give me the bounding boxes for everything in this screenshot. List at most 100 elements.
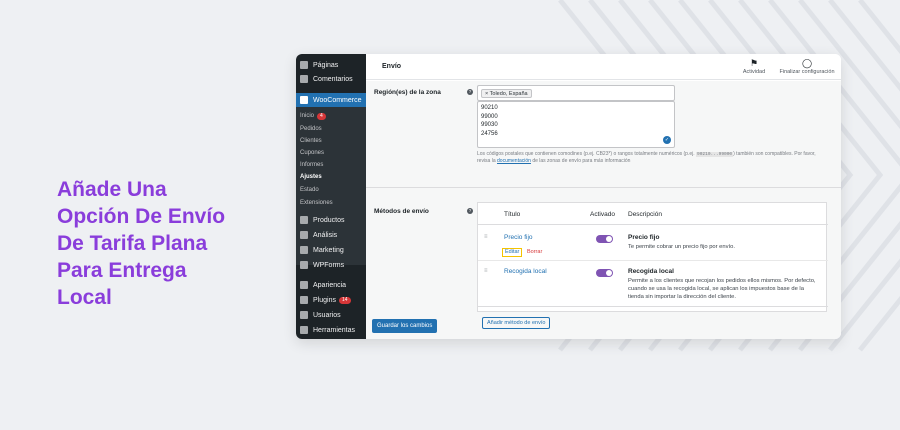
- save-changes-button[interactable]: Guardar los cambios: [372, 319, 438, 333]
- submenu-item-clientes[interactable]: Clientes: [296, 135, 366, 147]
- notification-badge: 14: [338, 296, 351, 304]
- finish-setup-button[interactable]: ◯ Finalizar configuración: [776, 57, 838, 75]
- enabled-toggle[interactable]: [596, 269, 613, 277]
- hint-text: de las zonas de envío para más informaci…: [532, 158, 631, 164]
- sidebar-item-label: WooCommerce: [313, 96, 362, 104]
- region-label: Región(es) de la zona: [374, 89, 441, 96]
- sidebar-item-label: Páginas: [313, 61, 339, 69]
- sidebar-item-plugins[interactable]: Plugins 14: [296, 293, 366, 307]
- submenu-label: Inicio: [300, 113, 315, 119]
- documentation-link[interactable]: documentación: [497, 158, 531, 164]
- sidebar-item-label: Herramientas: [313, 326, 356, 334]
- sidebar-item-apariencia[interactable]: Apariencia: [296, 278, 366, 292]
- method-name[interactable]: Recogida local: [504, 268, 547, 275]
- method-name[interactable]: Precio fijo: [504, 234, 533, 241]
- method-description: Te permite cobrar un precio fijo por env…: [628, 244, 735, 250]
- wpforms-icon: [300, 261, 308, 269]
- sidebar-item-herramientas[interactable]: Herramientas: [296, 323, 366, 337]
- sidebar-item-usuarios[interactable]: Usuarios: [296, 308, 366, 322]
- activity-label: Actividad: [742, 69, 766, 75]
- submenu-label: Ajustes: [300, 174, 322, 180]
- region-select[interactable]: × Toledo, España: [477, 85, 675, 101]
- submenu-label: Estado: [300, 187, 319, 193]
- column-enabled: Activado: [590, 211, 615, 218]
- table-row: ≡ Recogida local Recogida local Permite …: [478, 261, 828, 307]
- marketing-icon: [300, 246, 308, 254]
- comments-icon: [300, 75, 308, 83]
- submenu-item-ajustes[interactable]: Ajustes: [296, 171, 366, 183]
- submenu-label: Informes: [300, 162, 324, 168]
- sidebar-item-wpforms[interactable]: WPForms: [296, 258, 366, 272]
- admin-sidebar: Páginas Comentarios WooCommerce Inicio 4…: [296, 54, 366, 339]
- submenu-item-cupones[interactable]: Cupones: [296, 147, 366, 159]
- delete-link[interactable]: Borrar: [527, 249, 542, 255]
- sidebar-item-comments[interactable]: Comentarios: [296, 72, 366, 86]
- sidebar-item-label: Marketing: [313, 246, 344, 254]
- pages-icon: [300, 61, 308, 69]
- headline-line: Añade Una: [57, 178, 167, 201]
- users-icon: [300, 311, 308, 319]
- hint-text: Los códigos postales que contienen comod…: [477, 151, 695, 157]
- drag-handle-icon[interactable]: ≡: [484, 268, 488, 274]
- method-description-title: Precio fijo: [628, 234, 660, 241]
- postcode: 90210: [481, 105, 498, 111]
- table-header: Título Activado Descripción: [478, 203, 828, 225]
- region-chip[interactable]: × Toledo, España: [481, 89, 532, 98]
- headline: Añade Una Opción De Envío De Tarifa Plan…: [57, 176, 257, 311]
- submenu-label: Extensiones: [300, 200, 333, 206]
- method-description-title: Recogida local: [628, 268, 674, 275]
- submenu-label: Cupones: [300, 150, 325, 156]
- appearance-icon: [300, 281, 308, 289]
- submenu-item-pedidos[interactable]: Pedidos: [296, 123, 366, 135]
- products-icon: [300, 216, 308, 224]
- sidebar-item-label: Comentarios: [313, 75, 353, 83]
- sidebar-item-marketing[interactable]: Marketing: [296, 243, 366, 257]
- hint-code: 90210...99000: [696, 152, 734, 157]
- analytics-icon: [300, 231, 308, 239]
- sidebar-item-productos[interactable]: Productos: [296, 213, 366, 227]
- sidebar-item-label: Análisis: [313, 231, 338, 239]
- notification-badge: 4: [317, 112, 326, 120]
- sidebar-item-label: Productos: [313, 216, 345, 224]
- postcode: 24756: [481, 130, 498, 137]
- submenu-item-extensiones[interactable]: Extensiones: [296, 197, 366, 209]
- top-bar: Envío ⚑ Actividad ◯ Finalizar configurac…: [366, 54, 841, 80]
- sidebar-item-label: Apariencia: [313, 281, 347, 289]
- section-divider: [366, 187, 841, 188]
- submenu-label: Clientes: [300, 138, 322, 144]
- sidebar-item-analisis[interactable]: Análisis: [296, 228, 366, 242]
- postcode-hint: Los códigos postales que contienen comod…: [477, 151, 822, 165]
- sidebar-item-woocommerce[interactable]: WooCommerce: [296, 93, 366, 107]
- column-description: Descripción: [628, 211, 662, 218]
- submenu-item-informes[interactable]: Informes: [296, 159, 366, 171]
- headline-line: De Tarifa Plana: [57, 232, 208, 255]
- admin-window: Páginas Comentarios WooCommerce Inicio 4…: [296, 54, 841, 339]
- page-title: Envío: [382, 63, 402, 70]
- postcodes-textarea[interactable]: 90210 99000 99030 24756 ✓: [477, 101, 675, 148]
- submenu-item-inicio[interactable]: Inicio 4: [296, 110, 366, 122]
- method-description: Permite a los clientes que recojan los p…: [628, 278, 816, 300]
- help-icon[interactable]: ?: [467, 208, 473, 214]
- headline-line: Local: [57, 286, 112, 309]
- table-row: ≡ Precio fijo Editar Borrar Precio fijo …: [478, 226, 828, 261]
- plugins-icon: [300, 296, 308, 304]
- submenu-item-estado[interactable]: Estado: [296, 184, 366, 196]
- postcode: 99000: [481, 113, 498, 120]
- shipping-methods-table: Título Activado Descripción ≡ Precio fij…: [477, 202, 828, 312]
- sidebar-item-pages[interactable]: Páginas: [296, 58, 366, 72]
- postcode: 99030: [481, 122, 498, 128]
- enabled-toggle[interactable]: [596, 235, 613, 243]
- sidebar-item-label: Usuarios: [313, 311, 341, 319]
- edit-link[interactable]: Editar: [502, 248, 523, 257]
- finish-setup-label: Finalizar configuración: [779, 69, 835, 75]
- tools-icon: [300, 326, 308, 334]
- add-shipping-method-button[interactable]: Añadir método de envío: [482, 317, 551, 329]
- submenu-label: Pedidos: [300, 126, 322, 132]
- headline-line: Para Entrega: [57, 259, 187, 282]
- check-icon: ✓: [663, 136, 671, 144]
- sidebar-item-label: WPForms: [313, 261, 345, 269]
- drag-handle-icon[interactable]: ≡: [484, 234, 488, 240]
- help-icon[interactable]: ?: [467, 89, 473, 95]
- woocommerce-icon: [300, 96, 308, 104]
- column-title: Título: [504, 211, 521, 218]
